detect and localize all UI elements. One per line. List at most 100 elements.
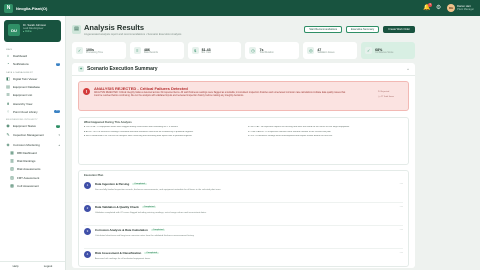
more-icon[interactable]: ⋯ xyxy=(400,251,404,266)
chevron-down-icon: ▾ xyxy=(58,132,60,137)
sidebar: DU Dr. Sarah Johnson Lead Data Engineer … xyxy=(0,16,66,270)
alert-icon: ! xyxy=(83,88,90,95)
stat-label: Data Records xyxy=(143,51,158,54)
sidebar-item-label: RBI Dashboard xyxy=(17,150,37,155)
executive-summary-button[interactable]: Executive Summary xyxy=(346,25,380,33)
sidebar-item-cof-assessment[interactable]: ▩ CoF Assessment xyxy=(0,182,65,190)
collapse-icon[interactable]: ^ xyxy=(407,67,409,72)
plan-step[interactable]: 3 Corrosion Analysis & Rate Calculation C… xyxy=(84,226,403,249)
sidebar-item-equipment-status[interactable]: ◉ Equipment Status 5 xyxy=(0,122,65,130)
sidebar-item-corrosion[interactable]: ◈ Corrosion Monitoring ▴ xyxy=(0,140,65,148)
step-description: Assessed risk rankings for all evaluated… xyxy=(95,257,151,260)
home-icon: ⌂ xyxy=(6,53,10,59)
alert-title: ANALYSIS REJECTED - Critical Failures De… xyxy=(94,86,188,91)
panel-header[interactable]: ✦ Scenario Execution Summary ^ xyxy=(72,63,415,76)
sidebar-item-risk-rankings[interactable]: ▥ Risk Rankings xyxy=(0,157,65,165)
stat-duration: ◷ 7s Total Duration xyxy=(245,42,300,59)
top-bar: N Neoglia-Plant(O) 🔔 1 ⚙ DH Darren Hart P… xyxy=(0,0,480,16)
stat-label: Est. Cost xyxy=(201,51,211,54)
sidebar-item-point-cloud[interactable]: ⁘ Point Cloud Library 16 xyxy=(0,108,65,116)
profile-card[interactable]: DU Dr. Sarah Johnson Lead Data Engineer … xyxy=(4,20,61,42)
sidebar-item-label: Corrosion Monitoring xyxy=(13,142,40,147)
scenario-summary-panel: ✦ Scenario Execution Summary ^ ! ANALYSI… xyxy=(72,63,415,268)
more-icon[interactable]: ⋯ xyxy=(400,205,404,225)
sidebar-item-label: Inspection Management xyxy=(13,132,44,137)
app-name: Neoglia-Plant(O) xyxy=(16,5,48,11)
page-subtitle: AI-generated analysis report and recomme… xyxy=(84,32,182,36)
brand[interactable]: N Neoglia-Plant(O) xyxy=(0,3,70,13)
check-icon: ✓ xyxy=(76,47,83,54)
step-number: 4 xyxy=(84,251,91,258)
bell-icon: ◔ xyxy=(6,61,10,67)
list-icon: ☰ xyxy=(6,92,10,98)
sidebar-item-equipment-database[interactable]: ▤ Equipment Database xyxy=(0,83,65,91)
plan-step[interactable]: 2 Data Validation & Quality Check Complet… xyxy=(84,203,403,226)
app-logo: N xyxy=(4,3,13,13)
sidebar-item-digital-twin[interactable]: ◧ Digital Twin Viewer xyxy=(0,75,65,83)
count-badge: 5 xyxy=(55,124,60,128)
stat-label: Total Duration xyxy=(259,51,274,54)
gear-icon[interactable]: ⚙ xyxy=(435,5,442,12)
list-item: ● AUDIT: 80% of thickness readings conta… xyxy=(84,130,194,133)
step-name: Corrosion Analysis & Rate Calculation xyxy=(95,228,148,232)
step-name: Risk Assessment & Classification xyxy=(95,251,142,255)
stat-validation-issues: ◎ 47 Validation Issues xyxy=(303,42,358,59)
sidebar-item-label: Risk Rankings xyxy=(17,159,36,164)
corrosion-icon: ◈ xyxy=(6,141,10,147)
more-icon[interactable]: ⋯ xyxy=(400,182,404,202)
cof-icon: ▩ xyxy=(10,183,14,188)
step-description: Calculated short-term and long-term corr… xyxy=(95,234,195,237)
help-link[interactable]: Help xyxy=(13,264,19,268)
sparkle-icon: ✦ xyxy=(78,66,84,72)
sidebar-item-equipment-list[interactable]: ☰ Equipment List xyxy=(0,91,65,99)
status-badge: Completed xyxy=(132,182,147,186)
sidebar-item-notifications[interactable]: ◔ Notifications 8 xyxy=(0,60,65,68)
what-happened-section: What Happened During This Analysis ● CRI… xyxy=(78,117,409,165)
chevron-up-icon: ▴ xyxy=(58,142,60,147)
plan-step[interactable]: 1 Data Ingestion & Parsing Completed Succ… xyxy=(84,180,403,203)
bell-icon[interactable]: 🔔 1 xyxy=(423,2,433,12)
page-title: Analysis Results xyxy=(84,22,145,32)
sidebar-item-label: Dashboard xyxy=(13,54,28,59)
sidebar-item-hierarchy[interactable]: ⋔ Hierarchy View xyxy=(0,99,65,107)
stat-value: $1.43 xyxy=(201,47,211,52)
stat-label: Validation Issues xyxy=(317,51,335,54)
sidebar-item-fmt-assessment[interactable]: ▨ FMT Assessment xyxy=(0,174,65,182)
count-badge: 8 xyxy=(55,62,60,66)
recommendations-button[interactable]: Start Recommendations xyxy=(304,25,343,33)
page-header: ▤ Analysis Results AI-generated analysis… xyxy=(72,16,415,42)
list-item: ● CRITICAL: 19 equipment items were flag… xyxy=(84,126,178,128)
sidebar-item-label: CoF Assessment xyxy=(17,184,39,188)
status-badge: Completed xyxy=(144,251,159,255)
sidebar-item-risk-assessments[interactable]: ▧ Risk Assessments xyxy=(0,165,65,173)
grid-icon: ▦ xyxy=(10,149,14,155)
status-badge: Completed xyxy=(150,228,166,232)
user-menu[interactable]: DH Darren Hart Plant Manager xyxy=(447,4,474,12)
main-content: ▤ Analysis Results AI-generated analysis… xyxy=(72,16,415,270)
sidebar-item-inspection[interactable]: ✎ Inspection Management ▾ xyxy=(0,130,65,140)
sidebar-item-dashboard[interactable]: ⌂ Dashboard xyxy=(0,52,65,60)
records-icon: ≡ xyxy=(133,47,141,54)
stat-data-records: ≡ 486 Data Records xyxy=(129,42,184,59)
plan-step[interactable]: 4 Risk Assessment & Classification Comple… xyxy=(84,249,404,266)
status-badge: Completed xyxy=(141,205,157,209)
step-number: 1 xyxy=(84,182,91,189)
list-item: ● CRITICAL: 38 inspection reports are mi… xyxy=(247,126,350,128)
list-item: ● COMPLIANCE: 31 inspection intervals we… xyxy=(247,130,331,133)
rejection-alert: ! ANALYSIS REJECTED - Critical Failures … xyxy=(78,81,409,111)
ranking-icon: ▥ xyxy=(10,158,14,164)
pencil-icon: ✎ xyxy=(6,132,10,138)
sidebar-item-label: Equipment Database xyxy=(13,85,40,90)
sidebar-item-label: Equipment Status xyxy=(13,124,36,129)
report-icon: ▤ xyxy=(72,24,81,34)
logout-link[interactable]: Logout xyxy=(44,264,53,268)
sidebar-item-label: FMT Assessment xyxy=(17,175,40,180)
more-icon[interactable]: ⋯ xyxy=(400,228,404,248)
stat-label: Processing Time xyxy=(86,51,103,54)
create-work-order-button[interactable]: Create Work Order xyxy=(383,25,415,33)
step-description: Validation completed with 47 issues flag… xyxy=(95,211,207,214)
sidebar-item-rbi-dashboard[interactable]: ▦ RBI Dashboard xyxy=(0,149,65,157)
sidebar-item-label: Point Cloud Library xyxy=(13,109,38,114)
list-item: ● CFG: 24 tolerance settings were auto-a… xyxy=(247,135,333,138)
sidebar-item-label: Notifications xyxy=(13,62,29,67)
